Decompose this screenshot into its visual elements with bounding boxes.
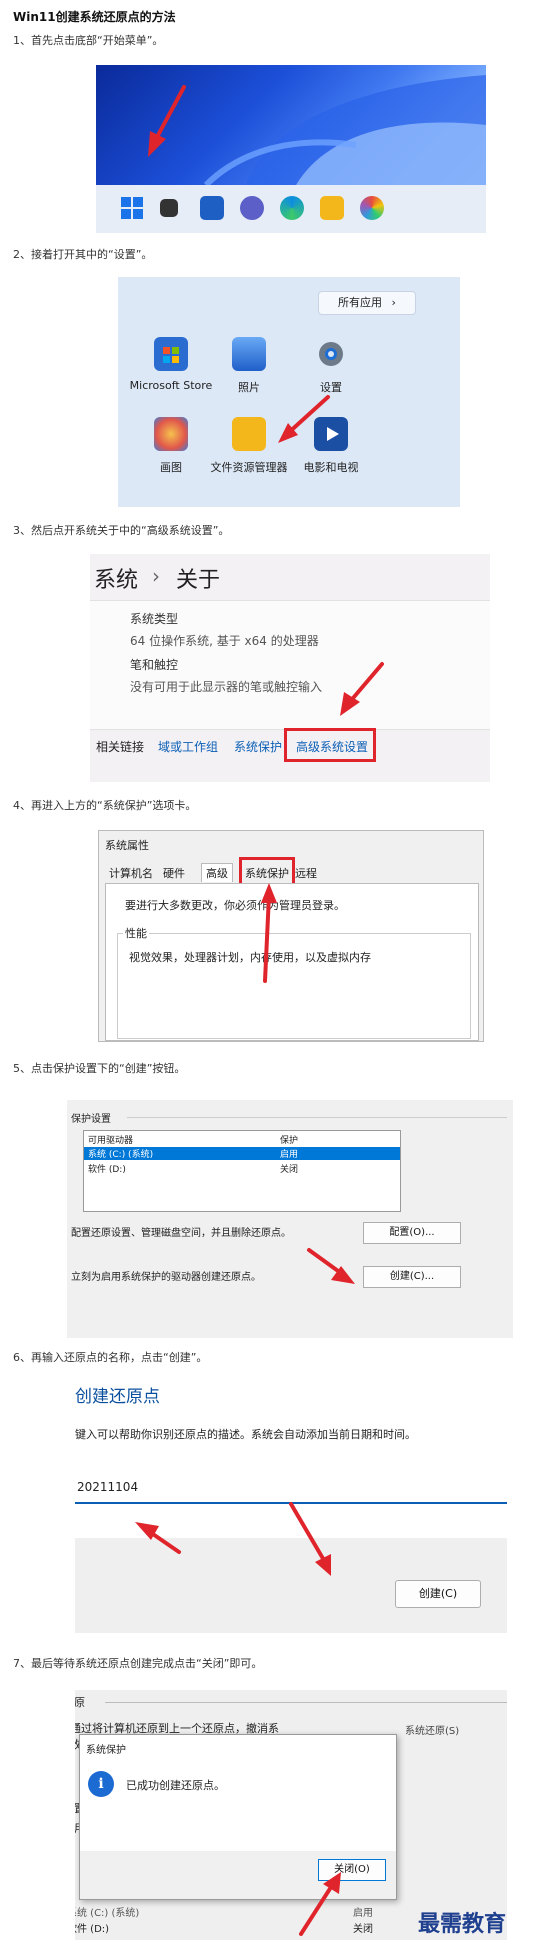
- red-arrow: [135, 1502, 331, 1576]
- red-arrow: [307, 1248, 355, 1284]
- step-1-caption: 1、首先点击底部“开始菜单”。: [13, 34, 164, 47]
- screenshot-system-about: 系统 › 关于 系统类型 64 位操作系统, 基于 x64 的处理器 笔和触控 …: [90, 554, 490, 782]
- taskbar: [96, 185, 486, 233]
- screenshot-system-properties: 系统属性 计算机名 硬件 高级 系统保护 远程 要进行大多数更改，你必须作为管理…: [98, 830, 484, 1042]
- step-5-caption: 5、点击保护设置下的“创建”按钮。: [13, 1062, 186, 1075]
- edge-icon[interactable]: [280, 196, 304, 220]
- step-2-caption: 2、接着打开其中的“设置”。: [13, 248, 153, 261]
- windows-start-icon[interactable]: [120, 196, 144, 220]
- watermark: 最需教育: [418, 1911, 507, 1937]
- step-7-caption: 7、最后等待系统还原点创建完成点击“关闭”即可。: [13, 1657, 263, 1670]
- red-arrow: [261, 883, 277, 983]
- task-view-icon[interactable]: [160, 199, 178, 217]
- screenshot-create-restore-point: 创建还原点 键入可以帮助你识别还原点的描述。系统会自动添加当前日期和时间。 20…: [75, 1378, 507, 1633]
- step-6-caption: 6、再输入还原点的名称，点击“创建”。: [13, 1351, 208, 1364]
- screenshot-taskbar: [96, 65, 486, 233]
- red-arrow: [340, 662, 384, 716]
- screenshot-start-menu: 所有应用 › Microsoft Store 照片 设置 画图 文件资源管理器 …: [118, 277, 460, 507]
- screenshot-success-dialog: 还原 以通过将计算机还原到上一个还原点，撤消系 更改。 系统还原(S) 设置 可…: [75, 1690, 507, 1940]
- step-3-caption: 3、然后点开系统关于中的“高级系统设置”。: [13, 524, 230, 537]
- red-arrow: [278, 395, 330, 443]
- chat-icon[interactable]: [240, 196, 264, 220]
- screenshot-protection-settings: 保护设置 可用驱动器 保护 系统 (C:) (系统) 启用 软件 (D:) 关闭…: [67, 1100, 513, 1338]
- step-4-caption: 4、再进入上方的“系统保护”选项卡。: [13, 799, 197, 812]
- red-arrow: [299, 1872, 341, 1936]
- article-title: Win11创建系统还原点的方法: [13, 10, 176, 24]
- widgets-icon[interactable]: [200, 196, 224, 220]
- file-explorer-icon[interactable]: [320, 196, 344, 220]
- store-color-icon[interactable]: [360, 196, 384, 220]
